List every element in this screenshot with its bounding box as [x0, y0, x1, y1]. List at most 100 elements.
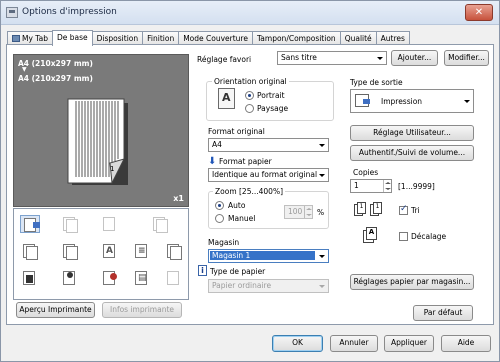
close-button[interactable]: ✕ — [465, 4, 493, 21]
appliquer-button[interactable]: Appliquer — [384, 335, 434, 352]
box-save-icon[interactable]: ▤ — [132, 269, 152, 287]
favorites-select[interactable]: Sans titre — [277, 51, 387, 65]
print-options-window: Options d'impression ✕ My Tab De base Disp… — [0, 0, 500, 362]
zoom-unit-label: % — [317, 208, 325, 217]
staple-icon[interactable] — [20, 242, 40, 260]
type-sortie-value: Impression — [381, 97, 423, 106]
secure-print-icon[interactable] — [20, 269, 40, 287]
duplex-icon[interactable] — [60, 215, 80, 233]
output-size-label: A4 (210x297 mm) — [18, 74, 93, 83]
format-original-label: Format original — [208, 127, 265, 136]
reglage-utilisateur-button[interactable]: Réglage Utilisateur... — [350, 125, 474, 141]
type-sortie-select[interactable]: Impression — [350, 89, 474, 113]
portrait-label: Portrait — [257, 91, 285, 100]
chevron-down-icon — [316, 251, 327, 261]
watermark-icon[interactable]: ≡ — [132, 242, 152, 260]
zoom-auto-label: Auto — [228, 201, 246, 210]
orientation-title: Orientation original — [212, 77, 289, 86]
tab-label: Mode Couverture — [183, 34, 248, 43]
paysage-radio[interactable] — [245, 104, 254, 113]
type-sortie-label: Type de sortie — [350, 78, 403, 87]
zoom-auto-radio[interactable] — [215, 201, 224, 210]
punch-icon[interactable] — [164, 269, 184, 287]
tab-qualite[interactable]: Qualité — [339, 31, 377, 45]
my-tab-icon — [12, 35, 20, 42]
format-papier-select[interactable]: Identique au format original — [208, 168, 329, 182]
tab-mode-couverture[interactable]: Mode Couverture — [178, 31, 253, 45]
arrow-down-icon: ⬇ — [208, 156, 217, 167]
overlay-icon[interactable] — [164, 242, 184, 260]
tab-strip: My Tab De base Disposition Finition Mode Cou… — [7, 29, 410, 46]
tab-tampon-composition[interactable]: Tampon/Composition — [251, 31, 341, 45]
combine-icon[interactable] — [100, 215, 120, 233]
multi-page-icon[interactable] — [60, 242, 80, 260]
paysage-label: Paysage — [257, 104, 289, 113]
annuler-button[interactable]: Annuler — [330, 335, 378, 352]
decalage-label: Décalage — [411, 232, 447, 241]
apercu-imprimante-button[interactable]: Aperçu Imprimante — [16, 302, 95, 318]
function-icon-panel: A ≡ ▤ — [13, 208, 189, 300]
type-papier-label: Type de papier — [210, 267, 266, 276]
ajouter-button[interactable]: Ajouter... — [391, 50, 438, 66]
tri-label: Tri — [411, 206, 420, 215]
copies-range-label: [1...9999] — [398, 182, 435, 191]
favorites-label: Réglage favori — [197, 55, 252, 64]
infos-imprimante-button[interactable]: Infos imprimante — [102, 302, 182, 318]
title-bar: Options d'impression ✕ — [1, 1, 499, 25]
chevron-down-icon — [316, 140, 327, 150]
chevron-down-icon — [374, 53, 385, 63]
copies-stepper[interactable]: 1 — [350, 179, 392, 193]
zoom-value: 100 — [288, 207, 303, 216]
tab-finition[interactable]: Finition — [142, 31, 180, 45]
original-size-label: A4 (210x297 mm) — [18, 59, 93, 68]
tab-label: Autres — [380, 34, 405, 43]
zoom-manuel-radio[interactable] — [215, 214, 224, 223]
tab-my-tab[interactable]: My Tab — [7, 31, 53, 45]
collate-icon: 1 1 — [354, 200, 386, 220]
portrait-page-icon: A — [218, 88, 235, 109]
document-preview-icon — [67, 98, 128, 185]
spin-arrows-icon — [304, 206, 312, 218]
zoom-title: Zoom [25...400%] — [213, 187, 285, 196]
ok-button[interactable]: OK — [272, 335, 323, 352]
par-defaut-button[interactable]: Par défaut — [413, 305, 473, 321]
arrow-down-icon: ▼ — [22, 66, 27, 73]
reglages-papier-par-magasin-button[interactable]: Réglages papier par magasin... — [350, 274, 474, 290]
format-original-value: A4 — [212, 140, 222, 149]
tab-autres[interactable]: Autres — [375, 31, 410, 45]
zoom-value-stepper[interactable]: 100 — [284, 205, 313, 219]
type-papier-select[interactable]: Papier ordinaire — [208, 279, 329, 293]
user-auth-icon[interactable] — [60, 269, 80, 287]
print-mode-icon[interactable] — [20, 215, 40, 233]
tab-disposition[interactable]: Disposition — [91, 31, 144, 45]
layout-a-icon[interactable]: A — [100, 242, 120, 260]
favorites-value: Sans titre — [281, 53, 317, 62]
copies-label: Copies — [353, 168, 379, 177]
tab-label: De base — [57, 33, 88, 42]
authentif-suivi-button[interactable]: Authentif./Suivi de volume... — [350, 145, 474, 161]
tab-label: Tampon/Composition — [256, 34, 336, 43]
magasin-select[interactable]: Magasin 1 — [208, 249, 329, 263]
booklet-icon[interactable] — [150, 215, 170, 233]
offset-icon: A — [363, 225, 385, 245]
page-preview: A4 (210x297 mm) ▼ A4 (210x297 mm) 1 x1 — [13, 54, 189, 207]
tab-label: Finition — [147, 34, 175, 43]
chevron-down-icon — [316, 281, 327, 291]
info-icon: i — [198, 265, 207, 276]
aide-button[interactable]: Aide — [441, 335, 491, 352]
portrait-radio[interactable] — [245, 91, 254, 100]
copies-badge: x1 — [173, 194, 184, 203]
format-original-select[interactable]: A4 — [208, 138, 329, 152]
account-track-icon[interactable] — [100, 269, 120, 287]
copies-value: 1 — [354, 181, 359, 190]
zoom-manuel-label: Manuel — [228, 214, 256, 223]
tri-checkbox[interactable] — [399, 204, 408, 215]
printer-icon — [6, 7, 18, 18]
format-papier-label: Format papier — [219, 157, 272, 166]
tab-label: Qualité — [344, 34, 372, 43]
tab-de-base[interactable]: De base — [52, 30, 93, 46]
modifier-button[interactable]: Modifier... — [444, 50, 489, 66]
chevron-down-icon — [461, 96, 472, 106]
type-papier-value: Papier ordinaire — [212, 281, 272, 290]
decalage-checkbox[interactable] — [399, 232, 408, 241]
